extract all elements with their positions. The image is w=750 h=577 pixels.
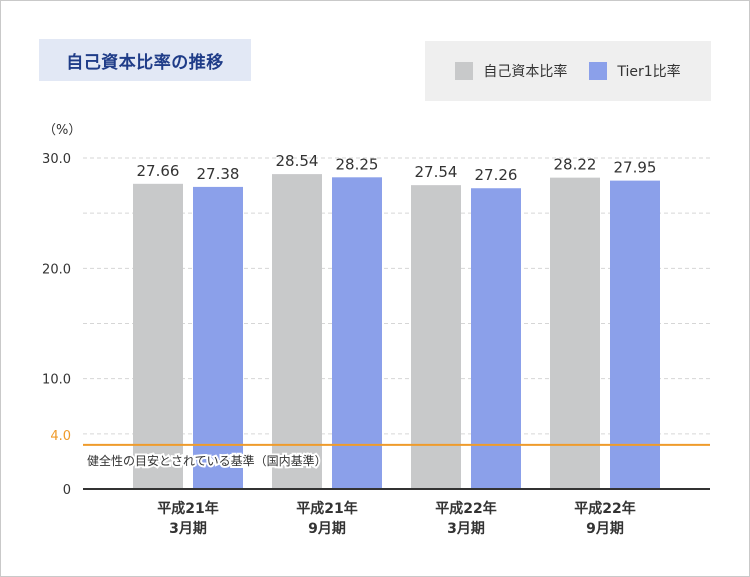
bar-equity	[133, 183, 183, 489]
y-tick-label: 10.0	[42, 373, 71, 388]
x-tick-label: 平成22年	[435, 500, 496, 517]
chart-frame: 自己資本比率の推移 自己資本比率 Tier1比率 27.66 27.38 28.54…	[0, 0, 750, 577]
x-tick-label: 3月期	[169, 521, 207, 537]
x-tick-label: 平成21年	[157, 500, 218, 517]
bar-tier1	[193, 186, 243, 489]
bar-equity	[411, 185, 461, 489]
x-tick-label: 平成21年	[296, 500, 357, 517]
y-tick-label: 30.0	[42, 152, 71, 167]
bars: 27.66 27.38 28.54 28.25 27.54 27.26 28.22 27.95	[133, 152, 660, 490]
bar-value-label: 27.66	[137, 162, 180, 180]
bar-value-label: 28.25	[336, 155, 379, 173]
y-tick-label: 0	[63, 483, 71, 498]
x-tick-label: 3月期	[447, 521, 485, 537]
y-axis: 0 10.0 20.0 30.0	[42, 152, 71, 498]
bar-equity	[272, 174, 322, 489]
bar-value-label: 27.38	[197, 165, 240, 183]
x-tick-label: 平成22年	[574, 500, 635, 517]
bar-value-label: 28.54	[276, 152, 319, 170]
bar-value-label: 27.54	[415, 163, 458, 181]
reference-tick-label: 4.0	[50, 429, 71, 444]
bar-value-label: 27.26	[475, 166, 518, 184]
reference-line-label: 健全性の目安とされている基準（国内基準）	[87, 453, 327, 468]
x-axis: 平成21年 3月期 平成21年 9月期 平成22年 3月期 平成22年 9月期	[157, 500, 635, 537]
bar-tier1	[610, 180, 660, 489]
x-tick-label: 9月期	[586, 521, 624, 537]
bar-value-label: 28.22	[554, 156, 597, 174]
y-tick-label: 20.0	[42, 262, 71, 277]
bar-value-label: 27.95	[614, 159, 657, 177]
bar-chart: 27.66 27.38 28.54 28.25 27.54 27.26 28.22 27.95…	[42, 123, 710, 537]
bar-tier1	[332, 177, 382, 489]
bar-equity	[550, 177, 600, 489]
y-axis-unit-label: （%）	[43, 123, 81, 138]
x-tick-label: 9月期	[308, 521, 346, 537]
